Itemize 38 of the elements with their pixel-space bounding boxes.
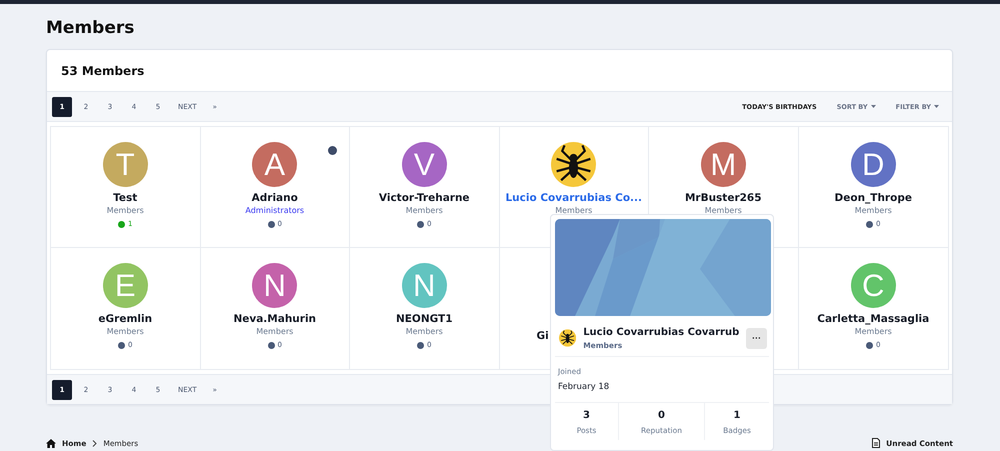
- home-icon: [46, 438, 56, 448]
- member-group: Members: [406, 206, 443, 216]
- stat-value: 3: [583, 410, 590, 421]
- member-group[interactable]: Administrators: [245, 206, 304, 216]
- page-title: Members: [46, 17, 136, 40]
- member-group: Members: [854, 206, 892, 216]
- stat-value: 1: [734, 410, 740, 421]
- member-group: Members: [854, 327, 892, 337]
- member-name[interactable]: Victor-Treharne: [378, 192, 470, 204]
- caret-icon: [870, 105, 876, 108]
- member-name[interactable]: Lucio Covarrubias Co...: [505, 192, 642, 204]
- member-group: Members: [704, 206, 742, 216]
- avatar[interactable]: V: [402, 142, 447, 187]
- member-name[interactable]: Gi: [536, 330, 549, 342]
- document-icon: [872, 438, 880, 448]
- member-group: Members: [406, 327, 443, 337]
- joined-date: February 18: [558, 382, 610, 392]
- member-group: Members: [106, 206, 144, 216]
- member-group: Members: [106, 327, 144, 337]
- caret-icon: [934, 105, 939, 108]
- member-name[interactable]: NEONGT1: [396, 313, 453, 325]
- chevron-icon: [92, 440, 98, 446]
- avatar[interactable]: D: [850, 142, 896, 187]
- member-name[interactable]: Adriano: [252, 192, 298, 204]
- avatar[interactable]: N: [252, 263, 298, 308]
- avatar[interactable]: M: [700, 142, 746, 187]
- member-name[interactable]: Test: [113, 192, 138, 204]
- member-name[interactable]: Neva.Mahurin: [233, 313, 316, 325]
- profile-name[interactable]: Lucio Covarrubias Covarrub: [583, 326, 740, 338]
- member-group: Members: [256, 327, 294, 337]
- member-name[interactable]: Deon_Thrope: [834, 192, 912, 204]
- member-name[interactable]: eGremlin: [98, 313, 152, 325]
- member-name[interactable]: Carletta_Massaglia: [817, 313, 930, 325]
- avatar[interactable]: A: [252, 142, 298, 187]
- member-group: Members: [555, 206, 592, 216]
- stat-value: 0: [658, 410, 665, 421]
- member-name[interactable]: MrBuster265: [684, 192, 762, 204]
- more-button[interactable]: ···: [746, 328, 767, 348]
